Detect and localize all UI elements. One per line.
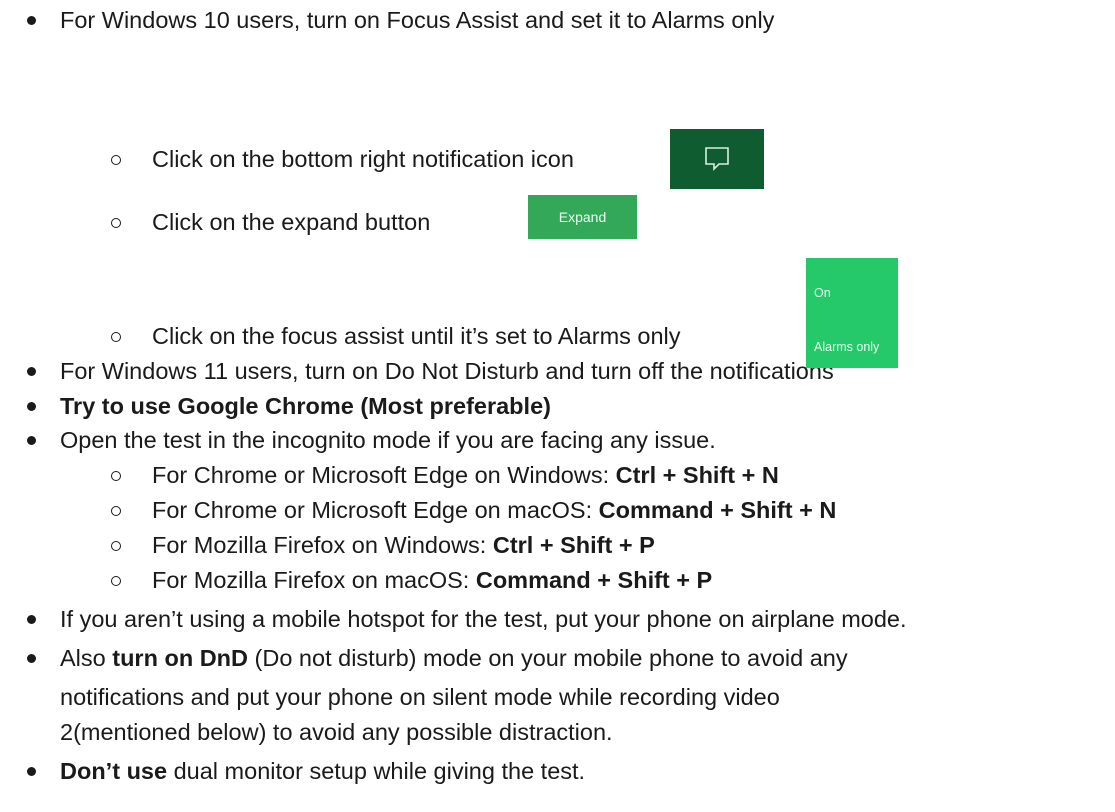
bullet-dot-icon — [27, 654, 36, 663]
item-text: Open the test in the incognito mode if y… — [60, 426, 716, 454]
bold-text: Try to use Google Chrome (Most preferabl… — [60, 393, 551, 419]
text-run: For Windows 10 users, turn on Focus Assi… — [60, 7, 775, 33]
text-run: For Windows 11 users, turn on Do Not Dis… — [60, 358, 834, 384]
focus-assist-tile: On Alarms only — [806, 258, 898, 368]
bold-text: turn on DnD — [112, 645, 248, 671]
text-run: For Chrome or Microsoft Edge on Windows: — [152, 462, 616, 488]
notification-icon — [670, 129, 764, 189]
bullet-ring-icon — [111, 332, 121, 342]
text-run: dual monitor setup while giving the test… — [167, 758, 586, 784]
item-text: Click on the focus assist until it’s set… — [152, 322, 681, 350]
text-run: Click on the focus assist until it’s set… — [152, 323, 681, 349]
bold-text: Don’t use — [60, 758, 168, 784]
item-text: For Windows 11 users, turn on Do Not Dis… — [60, 357, 834, 385]
bold-text: Command + Shift + N — [598, 497, 837, 523]
item-text: Click on the expand button — [152, 208, 430, 236]
bullet-ring-icon — [111, 576, 121, 586]
focus-assist-mode: Alarms only — [814, 340, 880, 354]
text-run: Click on the bottom right notification i… — [152, 146, 574, 172]
bullet-dot-icon — [27, 367, 36, 376]
text-run: notifications and put your phone on sile… — [60, 684, 780, 710]
text-run: For Chrome or Microsoft Edge on macOS: — [152, 497, 599, 523]
item-text: If you aren’t using a mobile hotspot for… — [60, 605, 907, 633]
item-text: Try to use Google Chrome (Most preferabl… — [60, 392, 551, 420]
focus-assist-state: On — [814, 286, 831, 300]
text-run: For Mozilla Firefox on macOS: — [152, 567, 476, 593]
text-run: 2(mentioned below) to avoid any possible… — [60, 719, 613, 745]
bullet-ring-icon — [111, 506, 121, 516]
item-text: For Chrome or Microsoft Edge on Windows:… — [152, 461, 779, 489]
bullet-dot-icon — [27, 402, 36, 411]
item-text: For Mozilla Firefox on Windows: Ctrl + S… — [152, 531, 655, 559]
bold-text: Ctrl + Shift + P — [492, 532, 655, 558]
bullet-ring-icon — [111, 471, 121, 481]
bold-text: Ctrl + Shift + N — [615, 462, 779, 488]
text-run: If you aren’t using a mobile hotspot for… — [60, 606, 907, 632]
item-text: For Chrome or Microsoft Edge on macOS: C… — [152, 496, 836, 524]
item-text: For Mozilla Firefox on macOS: Command + … — [152, 566, 712, 594]
expand-button: Expand — [528, 195, 637, 239]
bullet-dot-icon — [27, 615, 36, 624]
bullet-dot-icon — [27, 436, 36, 445]
bullet-ring-icon — [111, 541, 121, 551]
item-text: For Windows 10 users, turn on Focus Assi… — [60, 6, 774, 34]
expand-button-label: Expand — [558, 209, 607, 225]
bullet-dot-icon — [27, 16, 36, 25]
item-text: Don’t use dual monitor setup while givin… — [60, 757, 585, 785]
speech-bubble-icon — [705, 147, 729, 171]
item-text: 2(mentioned below) to avoid any possible… — [60, 718, 613, 746]
bullet-dot-icon — [27, 767, 36, 776]
text-run: For Mozilla Firefox on Windows: — [152, 532, 493, 558]
bullet-ring-icon — [111, 155, 121, 165]
item-text: notifications and put your phone on sile… — [60, 683, 780, 711]
item-text: Also turn on DnD (Do not disturb) mode o… — [60, 644, 848, 672]
text-run: Also — [60, 645, 113, 671]
bold-text: Command + Shift + P — [475, 567, 713, 593]
text-run: (Do not disturb) mode on your mobile pho… — [248, 645, 848, 671]
item-text: Click on the bottom right notification i… — [152, 145, 574, 173]
text-run: Click on the expand button — [152, 209, 431, 235]
text-run: Open the test in the incognito mode if y… — [60, 427, 716, 453]
bullet-ring-icon — [111, 218, 121, 228]
